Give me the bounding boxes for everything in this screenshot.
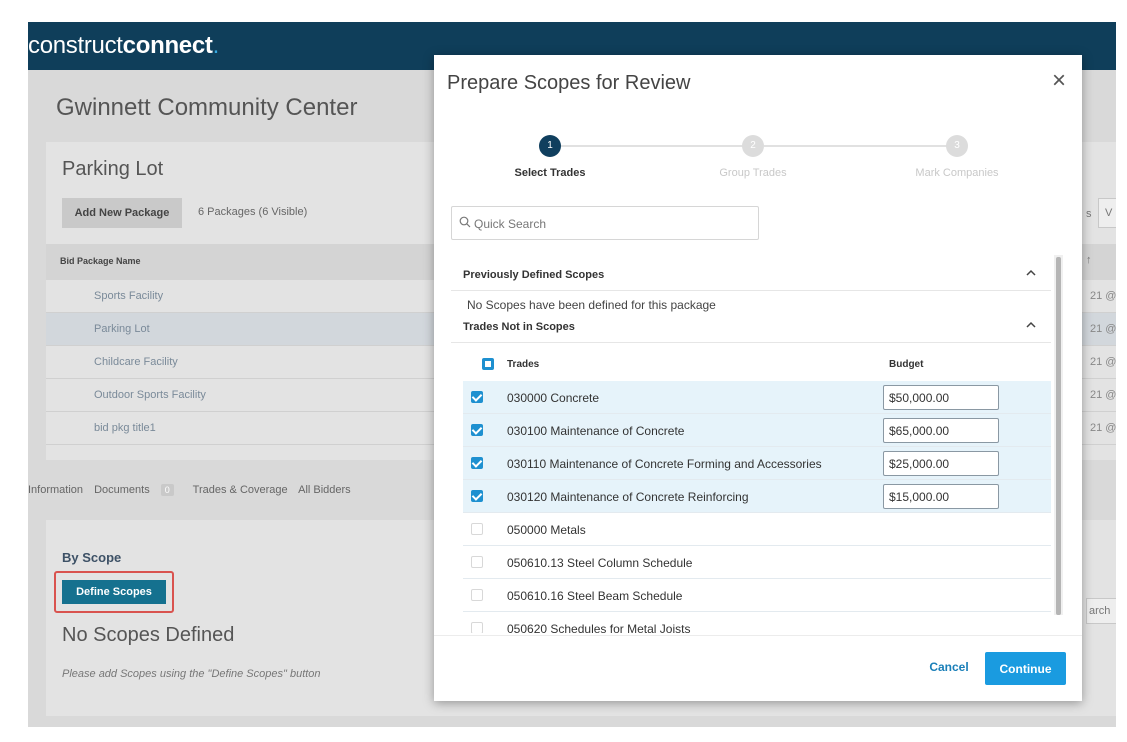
tab-documents-label: Documents — [94, 484, 150, 496]
package-date: 21 @ C — [1090, 356, 1116, 368]
trade-name: 050620 Schedules for Metal Joists — [507, 622, 691, 633]
package-name[interactable]: bid pkg title1 — [94, 422, 156, 434]
chevron-up-icon[interactable] — [1025, 319, 1037, 331]
trade-row[interactable]: 030000 Concrete — [463, 381, 1051, 414]
step-2-indicator: 2 — [742, 135, 764, 157]
no-scopes-hint: Please add Scopes using the "Define Scop… — [62, 668, 321, 680]
budget-input[interactable] — [883, 484, 999, 509]
step-1-indicator: 1 — [539, 135, 561, 157]
package-date: 21 @ C — [1090, 323, 1116, 335]
no-scopes-title: No Scopes Defined — [62, 624, 235, 646]
search-icon — [459, 216, 471, 228]
budget-column-header: Budget — [889, 359, 924, 370]
package-count: 6 Packages (6 Visible) — [198, 206, 308, 218]
trade-name: 050610.16 Steel Beam Schedule — [507, 589, 683, 603]
project-title: Gwinnett Community Center — [56, 94, 358, 121]
constructconnect-logo[interactable]: constructconnect. — [28, 32, 219, 60]
trades-column-header: Trades — [507, 359, 540, 370]
previously-defined-heading: Previously Defined Scopes — [463, 269, 605, 281]
search-field-fragment[interactable]: arch — [1086, 598, 1116, 624]
tab-information[interactable]: Information — [28, 484, 83, 496]
package-date: 21 @ C — [1090, 422, 1116, 434]
trade-checkbox[interactable] — [471, 391, 483, 403]
step-3-indicator: 3 — [946, 135, 968, 157]
package-date: 21 @ C — [1090, 389, 1116, 401]
logo-text-construct: construct — [28, 32, 123, 59]
trade-checkbox[interactable] — [471, 457, 483, 469]
budget-input[interactable] — [883, 385, 999, 410]
trade-name: 030120 Maintenance of Concrete Reinforci… — [507, 490, 749, 504]
step-3-label: Mark Companies — [915, 167, 999, 179]
documents-count-badge: 0 — [160, 484, 174, 496]
trade-name: 030000 Concrete — [507, 391, 600, 405]
trade-checkbox[interactable] — [471, 424, 483, 436]
tab-trades-coverage[interactable]: Trades & Coverage — [193, 484, 288, 496]
trade-row[interactable]: 050620 Schedules for Metal Joists — [463, 612, 1051, 633]
trade-name: 030110 Maintenance of Concrete Forming a… — [507, 457, 822, 471]
package-name[interactable]: Childcare Facility — [94, 356, 178, 368]
footer-divider — [434, 635, 1082, 636]
previously-defined-section-header[interactable]: Previously Defined Scopes — [451, 258, 1051, 291]
tab-documents[interactable]: Documents 0 — [94, 484, 182, 496]
trades-list: Previously Defined Scopes No Scopes have… — [451, 258, 1065, 633]
close-icon[interactable]: × — [1052, 67, 1066, 95]
trades-not-in-scopes-header[interactable]: Trades Not in Scopes — [451, 310, 1051, 343]
continue-button[interactable]: Continue — [985, 652, 1066, 685]
trade-name: 050610.13 Steel Column Schedule — [507, 556, 693, 570]
add-new-package-button[interactable]: Add New Package — [62, 198, 182, 228]
trades-table-header: Trades Budget — [463, 348, 1051, 381]
package-tabs: Information Documents 0 Trades & Coverag… — [28, 484, 359, 496]
trade-row[interactable]: 050610.16 Steel Beam Schedule — [463, 579, 1051, 612]
step-connector — [764, 145, 956, 147]
trade-checkbox[interactable] — [471, 556, 483, 568]
bid-package-name-column[interactable]: Bid Package Name — [60, 256, 141, 266]
step-1-label: Select Trades — [514, 167, 586, 179]
logo-text-connect: connect — [122, 32, 213, 59]
trade-name: 030100 Maintenance of Concrete — [507, 424, 685, 438]
trade-name: 050000 Metals — [507, 523, 586, 537]
by-scope-heading: By Scope — [62, 550, 122, 565]
modal-title: Prepare Scopes for Review — [447, 72, 691, 94]
select-all-checkbox[interactable] — [482, 358, 494, 370]
wizard-stepper: 1 2 3 Select Trades Group Trades Mark Co… — [434, 133, 1082, 183]
define-scopes-button[interactable]: Define Scopes — [62, 580, 166, 604]
trade-row[interactable]: 030120 Maintenance of Concrete Reinforci… — [463, 480, 1051, 513]
trade-checkbox[interactable] — [471, 523, 483, 535]
quick-search-box[interactable] — [451, 206, 759, 240]
trade-row[interactable]: 030110 Maintenance of Concrete Forming a… — [463, 447, 1051, 480]
budget-input[interactable] — [883, 418, 999, 443]
sort-arrow-icon[interactable]: ↑ — [1086, 254, 1092, 266]
logo-dot: . — [212, 32, 220, 59]
step-connector — [552, 145, 752, 147]
toolbar-fragment: s — [1086, 208, 1092, 220]
step-2-label: Group Trades — [719, 167, 787, 179]
package-date: 21 @ C — [1090, 290, 1116, 302]
view-select-fragment[interactable]: V — [1098, 198, 1116, 228]
trade-row[interactable]: 050000 Metals — [463, 513, 1051, 546]
cancel-button[interactable]: Cancel — [924, 657, 974, 677]
package-name[interactable]: Outdoor Sports Facility — [94, 389, 206, 401]
package-name[interactable]: Parking Lot — [94, 323, 150, 335]
trade-checkbox[interactable] — [471, 589, 483, 601]
tab-all-bidders[interactable]: All Bidders — [298, 484, 351, 496]
trade-checkbox[interactable] — [471, 622, 483, 633]
trade-checkbox[interactable] — [471, 490, 483, 502]
prepare-scopes-modal: Prepare Scopes for Review × 1 2 3 Select… — [434, 55, 1082, 701]
trade-row[interactable]: 030100 Maintenance of Concrete — [463, 414, 1051, 447]
package-title: Parking Lot — [62, 158, 164, 180]
list-scrollbar-thumb[interactable] — [1056, 257, 1061, 615]
trade-row[interactable]: 050610.13 Steel Column Schedule — [463, 546, 1051, 579]
trades-not-in-scopes-heading: Trades Not in Scopes — [463, 321, 575, 333]
package-name[interactable]: Sports Facility — [94, 290, 163, 302]
quick-search-input[interactable] — [474, 214, 744, 234]
budget-input[interactable] — [883, 451, 999, 476]
chevron-up-icon[interactable] — [1025, 267, 1037, 279]
